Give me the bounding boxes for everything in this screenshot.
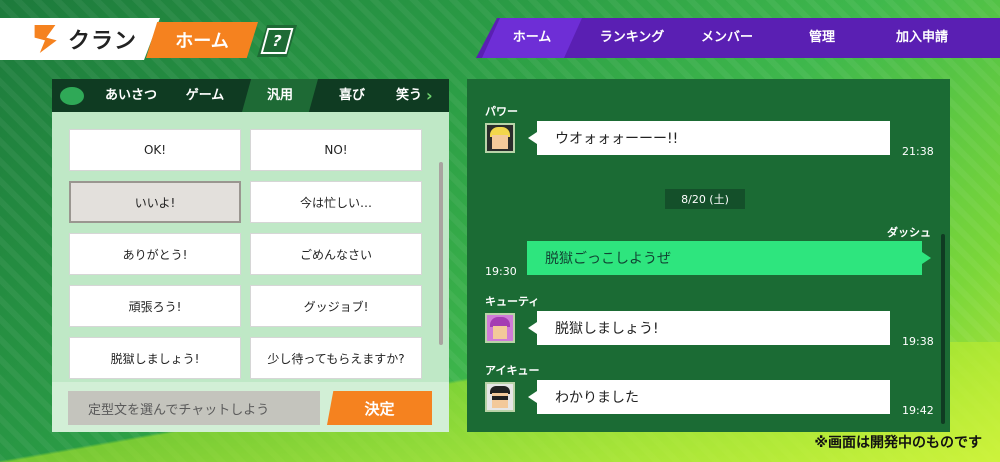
blonde-avatar-icon[interactable] (485, 123, 515, 153)
tab-game[interactable]: ゲーム (172, 79, 238, 112)
phrase-button-selected[interactable]: いいよ! (69, 181, 241, 223)
top-nav: ホーム ランキング メンバー 管理 加入申請 (476, 18, 1000, 58)
sender-name: ダッシュ (887, 226, 931, 239)
message-bubble: 脱獄しましょう! (528, 311, 890, 345)
phrase-panel: あいさつ ゲーム 汎用 喜び 笑う › OK! NO! いいよ! 今は忙しい… … (52, 79, 449, 432)
development-notice: ※画面は開発中のものです (814, 435, 982, 451)
clan-logo-icon (34, 25, 57, 53)
category-tabs: あいさつ ゲーム 汎用 喜び 笑う › (52, 79, 449, 112)
message-time: 19:42 (902, 404, 934, 417)
pink-hair-avatar-icon[interactable] (485, 313, 515, 343)
message-time: 19:30 (485, 265, 517, 278)
message-time: 19:38 (902, 335, 934, 348)
glasses-avatar-icon[interactable] (485, 382, 515, 412)
message-bubble: わかりました (528, 380, 890, 414)
phrase-button[interactable]: ありがとう! (69, 233, 241, 275)
message-bubble: ウオォォォーーー!! (528, 121, 890, 155)
date-separator: 8/20 (土) (665, 189, 745, 209)
chevron-right-icon[interactable]: › (426, 86, 433, 105)
chat-input-field[interactable]: 定型文を選んでチャットしよう (68, 391, 320, 425)
page-title: クラン (68, 29, 138, 54)
nav-join-requests[interactable]: 加入申請 (872, 18, 972, 58)
tab-greetings[interactable]: あいさつ (96, 79, 166, 112)
message-time: 21:38 (902, 145, 934, 158)
home-tab[interactable]: ホーム (146, 22, 258, 58)
phrase-button[interactable]: グッジョブ! (250, 285, 422, 327)
submit-button[interactable]: 決定 (327, 391, 432, 425)
tab-general[interactable]: 汎用 (242, 79, 318, 112)
tab-laugh[interactable]: 笑う (392, 79, 426, 112)
clan-header: クラン (0, 18, 160, 60)
phrase-button[interactable]: OK! (69, 129, 241, 171)
phrase-grid: OK! NO! いいよ! 今は忙しい… ありがとう! ごめんなさい 頑張ろう! … (52, 112, 449, 382)
phrase-button[interactable]: 頑張ろう! (69, 285, 241, 327)
phrase-button[interactable]: 少し待ってもらえますか? (250, 337, 422, 379)
nav-home[interactable]: ホーム (482, 18, 582, 58)
nav-manage[interactable]: 管理 (772, 18, 872, 58)
tab-joy[interactable]: 喜び (322, 79, 382, 112)
sender-name: パワー (485, 105, 518, 118)
phrase-button[interactable]: 今は忙しい… (250, 181, 422, 223)
phrase-button[interactable]: ごめんなさい (250, 233, 422, 275)
input-bar: 定型文を選んでチャットしよう 決定 (52, 382, 449, 432)
nav-members[interactable]: メンバー (682, 18, 772, 58)
my-message-bubble: 脱獄ごっこしようぜ (527, 241, 931, 275)
chat-panel: パワー ウオォォォーーー!! 21:38 8/20 (土) ダッシュ 19:30… (467, 79, 950, 432)
sender-name: キューティ (485, 295, 540, 308)
nav-ranking[interactable]: ランキング (582, 18, 682, 58)
phrase-scrollbar[interactable] (439, 162, 443, 345)
sender-name: アイキュー (485, 364, 540, 377)
phrase-button[interactable]: NO! (250, 129, 422, 171)
phrase-button[interactable]: 脱獄しましょう! (69, 337, 241, 379)
chat-scrollbar[interactable] (941, 234, 945, 424)
help-icon: ? (260, 28, 294, 54)
chat-bubble-icon (60, 86, 84, 105)
